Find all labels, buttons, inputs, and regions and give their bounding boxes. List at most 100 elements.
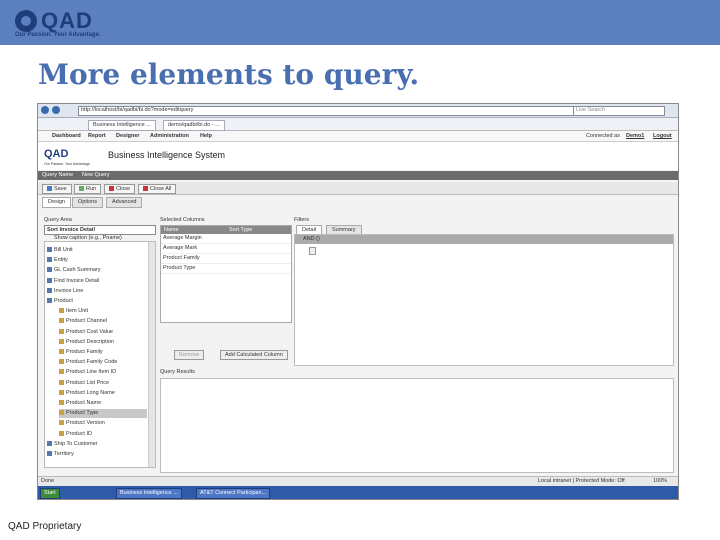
query-name-label: Query Name: [42, 172, 74, 178]
field-icon: [59, 338, 64, 344]
close-all-button[interactable]: Close All: [138, 184, 177, 194]
tree-item[interactable]: Product ID: [59, 430, 147, 439]
forward-icon[interactable]: [52, 106, 60, 114]
table-row[interactable]: Product Family: [161, 254, 291, 264]
close-icon: [109, 186, 114, 192]
query-area-panel: Query Area Sort Invoice Detail Show capt…: [44, 217, 156, 468]
menu-report[interactable]: Report: [88, 133, 106, 139]
tree-item-label: Product Name: [66, 400, 102, 406]
tree-item[interactable]: Product Name: [59, 399, 147, 408]
save-button[interactable]: Save: [42, 184, 72, 194]
tree-item[interactable]: Product: [47, 297, 147, 306]
back-icon[interactable]: [41, 106, 49, 114]
menu-help[interactable]: Help: [200, 133, 212, 139]
tree-item-label: Product Cost Value: [66, 328, 113, 335]
table-row[interactable]: Average Margin: [161, 234, 291, 244]
tree-item[interactable]: Entity: [47, 256, 147, 265]
tree-item-label: Product Line Item ID: [66, 369, 117, 376]
run-button[interactable]: Run: [74, 184, 102, 194]
selected-columns-label: Selected Columns: [160, 217, 205, 223]
tree-item[interactable]: Product Cost Value: [59, 328, 147, 337]
tree-item[interactable]: Invoice Line: [47, 287, 147, 296]
user-link[interactable]: Demo1: [626, 133, 644, 139]
address-input[interactable]: http://localhost/bi/qadbi/bi.do?mode=edi…: [78, 106, 580, 116]
add-calculated-column-button[interactable]: Add Calculated Column: [220, 350, 288, 360]
close-all-label: Close All: [150, 186, 172, 192]
remove-button[interactable]: Remove: [174, 350, 205, 360]
menu-administration[interactable]: Administration: [150, 133, 189, 139]
tree-item-label: Product Family: [66, 349, 103, 355]
tab-advanced[interactable]: Advanced: [106, 197, 143, 208]
tree-item[interactable]: Product Version: [59, 419, 147, 428]
browser-tab-2[interactable]: demo/qadbi/bi.do - ...: [163, 120, 225, 131]
tree-item[interactable]: Bill Unit: [47, 246, 147, 255]
tree-item[interactable]: Product List Price: [59, 379, 147, 388]
taskbar-item-bi[interactable]: Business Intelligence ...: [116, 488, 182, 499]
tree-item[interactable]: Territory: [47, 450, 147, 459]
search-input[interactable]: Live Search: [573, 106, 665, 116]
filters-panel: Filters Detail Summary AND (): [294, 217, 674, 366]
and-group-row[interactable]: AND (): [295, 235, 673, 244]
tree-item-label: Entity: [54, 257, 68, 264]
field-icon: [59, 369, 64, 375]
expand-icon: [47, 257, 52, 263]
zoom-text[interactable]: 100%: [653, 478, 667, 484]
tree-item[interactable]: GL Cash Summary: [47, 266, 147, 275]
tree-item[interactable]: Find Invoice Detail: [47, 277, 147, 286]
status-text: Done: [41, 478, 55, 484]
close-button[interactable]: Close: [104, 184, 136, 194]
table-row[interactable]: Product Type: [161, 264, 291, 274]
grid-header: Name Sort Type: [161, 226, 291, 234]
field-icon: [59, 400, 64, 406]
tree-item[interactable]: Item Unit: [59, 307, 147, 316]
app-menubar: Dashboard Report Designer Administration…: [38, 131, 678, 142]
query-results-label: Query Results: [160, 369, 195, 375]
tab-design[interactable]: Design: [42, 197, 72, 208]
tree-item[interactable]: Product Description: [59, 338, 147, 347]
tree-item[interactable]: Product Channel: [59, 317, 147, 326]
bi-header: QAD Our Passion. Your Advantage. Busines…: [38, 142, 678, 170]
tree-item[interactable]: Product Type: [59, 409, 147, 419]
tree-item-label: Product Long Name: [66, 389, 115, 396]
tree-item[interactable]: Product Long Name: [59, 389, 147, 398]
logout-link[interactable]: Logout: [653, 133, 672, 139]
and-label: AND (): [303, 236, 320, 242]
tree-item-label: Product: [54, 298, 73, 304]
field-icon: [59, 359, 64, 365]
browser-tab-1[interactable]: Business Intelligence ...: [88, 120, 156, 131]
query-name-value: New Query: [82, 172, 110, 178]
expand-icon: [47, 451, 52, 457]
menu-dashboard[interactable]: Dashboard: [52, 133, 81, 139]
query-results-area: [160, 378, 674, 473]
expand-icon: [47, 247, 52, 253]
tree-item-label: Product Description: [66, 338, 114, 345]
windows-taskbar: Start Business Intelligence ... AT&T Con…: [38, 486, 678, 499]
field-icon: [59, 410, 64, 416]
col-sort-header[interactable]: Sort Type: [229, 227, 252, 233]
tree-item[interactable]: Product Family: [59, 348, 147, 357]
tree-item[interactable]: Product Family Code: [59, 358, 147, 367]
query-area-select[interactable]: Sort Invoice Detail: [44, 225, 156, 235]
tree-item[interactable]: Product Line Item ID: [59, 368, 147, 377]
menu-designer[interactable]: Designer: [116, 133, 140, 139]
zone-text: Local intranet | Protected Mode: Off: [538, 478, 625, 484]
run-icon: [79, 186, 84, 192]
browser-status-bar: Done Local intranet | Protected Mode: Of…: [38, 476, 678, 486]
field-icon: [59, 308, 64, 314]
address-text: http://localhost/bi/qadbi/bi.do?mode=edi…: [81, 107, 194, 113]
tree-item-label: Product Channel: [66, 318, 107, 325]
tree-item[interactable]: Ship To Customer: [47, 440, 147, 449]
start-button[interactable]: Start: [40, 488, 60, 499]
document-icon[interactable]: [309, 247, 316, 255]
tree-scrollbar[interactable]: [148, 242, 155, 467]
tree-item-label: Bill Unit: [54, 247, 73, 253]
taskbar-item-att[interactable]: AT&T Connect Participan...: [196, 488, 271, 499]
bi-logo: QAD: [44, 148, 69, 160]
tree-item-label: Invoice Line: [54, 287, 84, 294]
tree-item-label: Ship To Customer: [54, 440, 98, 447]
screenshot-window: http://localhost/bi/qadbi/bi.do?mode=edi…: [37, 103, 679, 500]
col-name-header[interactable]: Name: [164, 227, 179, 233]
table-row[interactable]: Average Mark: [161, 244, 291, 254]
tab-options[interactable]: Options: [72, 197, 103, 208]
bi-logo-tagline: Our Passion. Your Advantage.: [44, 162, 91, 166]
